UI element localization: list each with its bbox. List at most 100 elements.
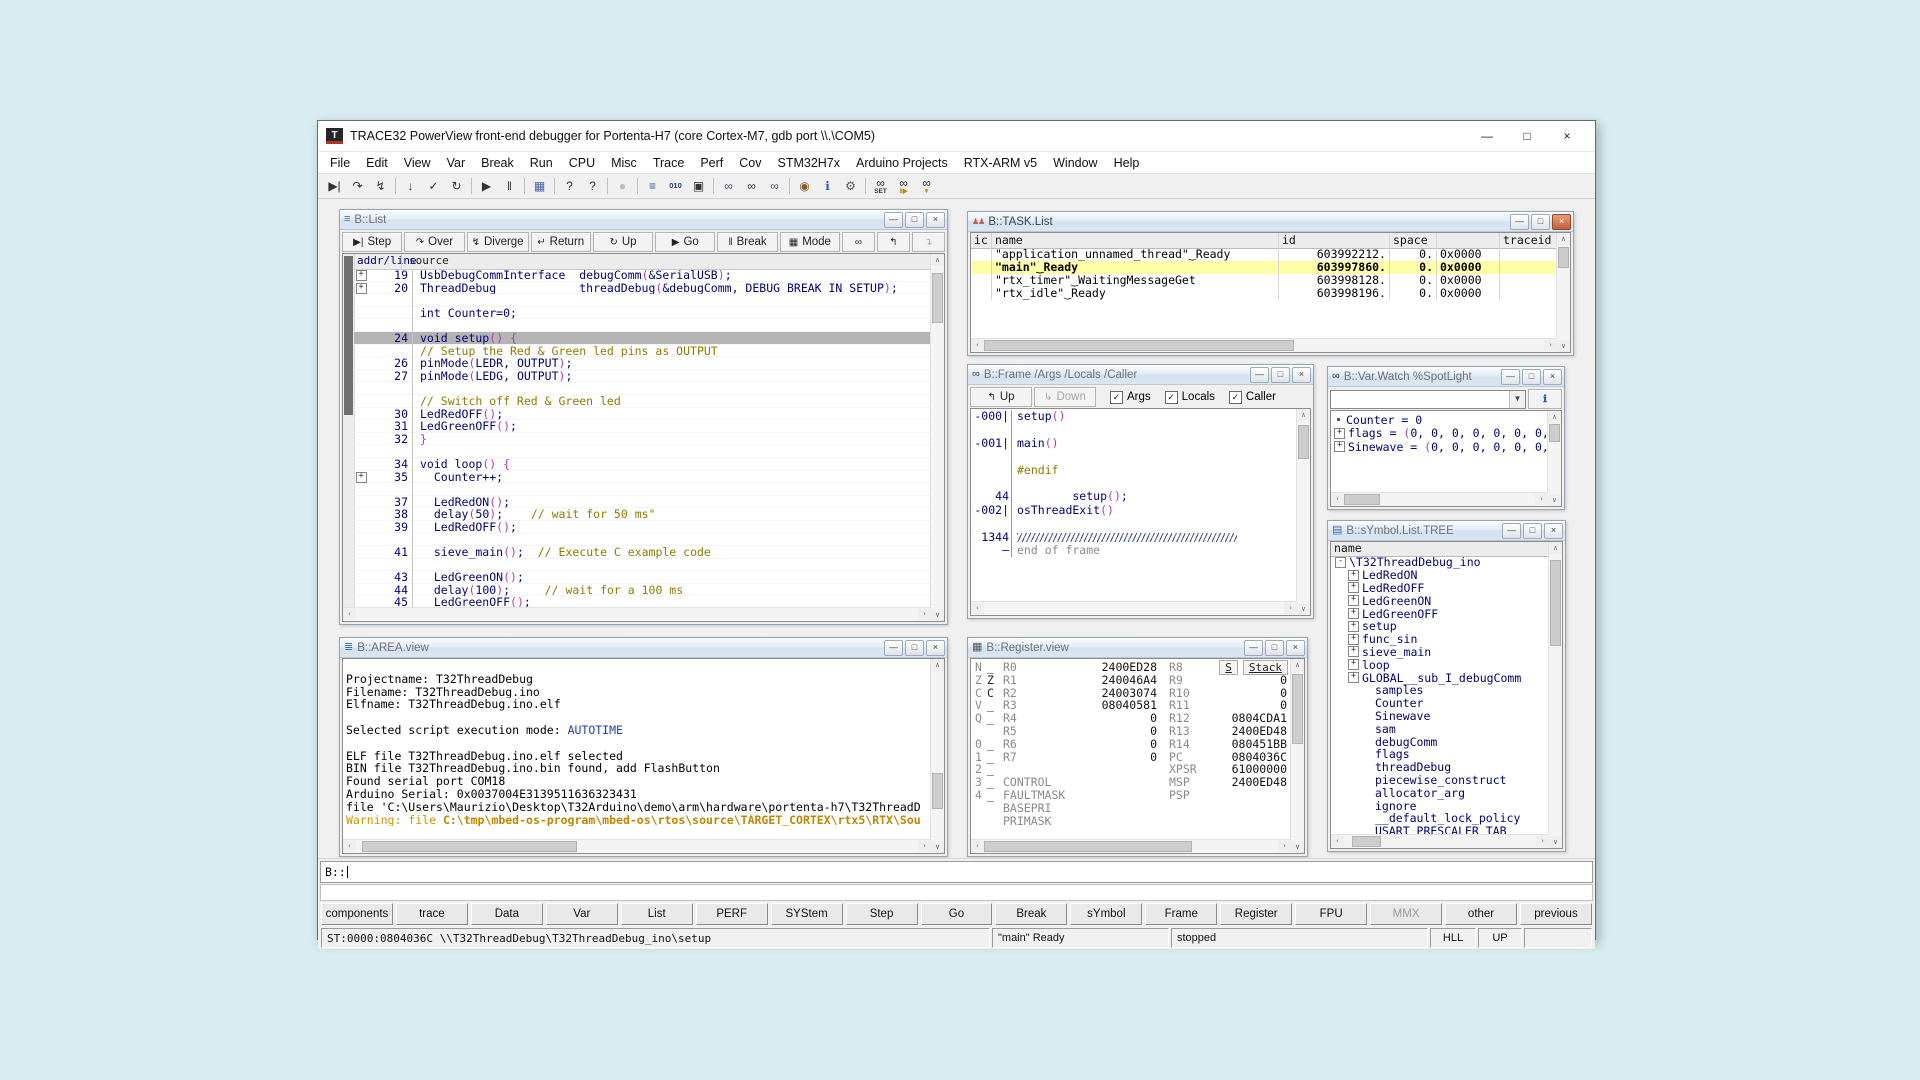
symbol-tree-item[interactable]: Counter (1331, 697, 1549, 710)
task-column-traceid[interactable]: traceid (1500, 233, 1563, 248)
glasses-set-button[interactable]: ∞SET (869, 176, 892, 196)
source-line[interactable]: +35 Counter++; (354, 471, 931, 484)
child-close-button[interactable]: × (1292, 367, 1311, 383)
menu-misc[interactable]: Misc (603, 154, 645, 172)
step-over-button[interactable]: ↷ (346, 176, 369, 196)
scroll-thumb[interactable] (344, 256, 353, 415)
source-line[interactable] (354, 319, 931, 332)
scroll-right-icon[interactable]: › (1284, 602, 1297, 614)
menu-window[interactable]: Window (1045, 154, 1105, 172)
scroll-right-icon[interactable]: › (918, 840, 931, 852)
go-up-button[interactable]: ↻ (445, 176, 468, 196)
source-line[interactable]: 31LedGreenOFF(); (354, 420, 931, 433)
window-titlebar[interactable]: T TRACE32 PowerView front-end debugger f… (318, 121, 1595, 152)
source-line[interactable]: int Counter=0; (354, 307, 931, 320)
expand-icon[interactable]: + (1348, 570, 1359, 581)
stop-button[interactable]: ● (611, 176, 634, 196)
child-close-button[interactable]: × (1543, 369, 1562, 385)
frame-row[interactable]: #endif (971, 464, 1297, 477)
return-button[interactable]: ↵Return (531, 232, 591, 252)
horizontal-scrollbar[interactable]: ‹› (343, 607, 931, 621)
menu-trace[interactable]: Trace (645, 154, 693, 172)
vertical-scrollbar[interactable]: ∧∨ (1296, 409, 1310, 615)
symbol-tree-item[interactable]: samples (1331, 684, 1549, 697)
symbol-tree-item[interactable]: __default_lock_policy (1331, 812, 1549, 825)
source-line[interactable]: 43 LedGreenON(); (354, 571, 931, 584)
frame-titlebar[interactable]: ∞ B::Frame /Args /Locals /Caller —□× (968, 365, 1313, 385)
tools-button[interactable]: ⚙ (839, 176, 862, 196)
source-line[interactable] (354, 533, 931, 546)
scroll-up-icon[interactable]: ∧ (1549, 542, 1562, 554)
horizontal-scrollbar[interactable]: ‹› (1331, 834, 1549, 848)
softkey-register[interactable]: Register (1220, 903, 1292, 925)
watch-expression-combobox[interactable]: ▼ (1330, 390, 1526, 409)
register-row[interactable]: R50R132400ED48 (975, 725, 1291, 738)
go-button[interactable]: ▶Go (655, 232, 715, 252)
vertical-scrollbar[interactable]: ∧∨ (1547, 411, 1561, 506)
source-line[interactable]: 30LedRedOFF(); (354, 408, 931, 421)
symbol-tree-item[interactable]: Sinewave (1331, 710, 1549, 723)
peripherals-button[interactable]: ◉ (793, 176, 816, 196)
child-minimize-button[interactable]: — (1501, 369, 1520, 385)
scroll-left-icon[interactable]: ‹ (971, 339, 984, 351)
frame-up-button[interactable]: ↰Up (970, 387, 1032, 407)
scroll-thumb[interactable] (932, 273, 943, 323)
source-line[interactable]: 37 LedRedON(); (354, 496, 931, 509)
menu-arduino-projects[interactable]: Arduino Projects (848, 154, 956, 172)
source-line[interactable] (354, 483, 931, 496)
source-line[interactable] (354, 294, 931, 307)
scroll-left-icon[interactable]: ‹ (1331, 493, 1344, 505)
scroll-thumb[interactable] (932, 773, 943, 809)
data-dump-button[interactable]: 010 (664, 176, 687, 196)
child-maximize-button[interactable]: □ (905, 212, 924, 228)
register-row[interactable]: BASEPRI (975, 802, 1291, 815)
help-button[interactable]: ? (558, 176, 581, 196)
scroll-right-icon[interactable]: › (1544, 339, 1557, 351)
watch-locals-button[interactable]: ∞ (763, 176, 786, 196)
glasses-spot-button[interactable]: ∞▼ (915, 176, 938, 196)
symbol-tree-item[interactable]: +LedRedON (1331, 569, 1549, 582)
up-button[interactable]: ↻Up (593, 232, 653, 252)
register-row[interactable]: PRIMASK (975, 815, 1291, 828)
child-maximize-button[interactable]: □ (1522, 369, 1541, 385)
source-line[interactable]: 32} (354, 433, 931, 446)
task-column-id[interactable]: id (1279, 233, 1390, 248)
menu-var[interactable]: Var (439, 154, 474, 172)
symbol-tree-item[interactable]: debugComm (1331, 735, 1549, 748)
scroll-thumb[interactable] (1558, 247, 1569, 268)
scroll-down-icon[interactable]: ∨ (1548, 494, 1561, 506)
expand-icon[interactable]: - (1335, 557, 1346, 568)
scroll-up-icon[interactable]: ∧ (931, 254, 944, 266)
source-line[interactable]: 27pinMode(LEDG, OUTPUT); (354, 370, 931, 383)
horizontal-scrollbar[interactable]: ‹› (971, 839, 1291, 853)
symbol-tree-item[interactable]: +LedRedOFF (1331, 582, 1549, 595)
source-line[interactable]: // Setup the Red & Green led pins as OUT… (354, 345, 931, 358)
maximize-button[interactable]: □ (1507, 122, 1547, 150)
task-column-blank[interactable] (1437, 233, 1500, 248)
list-window-titlebar[interactable]: ≡ B::List —□× (340, 210, 947, 230)
frame-row[interactable] (971, 477, 1297, 490)
source-line[interactable]: +20ThreadDebug threadDebug(&debugComm, D… (354, 282, 931, 295)
source-line[interactable] (354, 559, 931, 572)
frame-row[interactable]: 1344 (971, 531, 1297, 544)
source-line[interactable]: 39 LedRedOFF(); (354, 521, 931, 534)
scroll-thumb[interactable] (1352, 836, 1381, 847)
step-diverge-button[interactable]: ↯ (369, 176, 392, 196)
symbol-tree-item[interactable]: +LedGreenON (1331, 594, 1549, 607)
step-into-button[interactable]: ▶| (323, 176, 346, 196)
softkey-list[interactable]: List (621, 903, 693, 925)
horizontal-scrollbar[interactable]: ‹› (1331, 492, 1548, 506)
task-row[interactable]: "rtx_idle"‿Ready603998196.0.0x0000 (971, 287, 1557, 300)
child-minimize-button[interactable]: — (1244, 640, 1263, 656)
scroll-up-icon[interactable]: ∧ (1557, 233, 1570, 245)
scroll-right-icon[interactable]: › (918, 608, 931, 620)
softkey-mmx[interactable]: MMX (1370, 903, 1442, 925)
menu-view[interactable]: View (396, 154, 439, 172)
goto-up-button[interactable]: ↰ (877, 232, 910, 252)
softkey-fpu[interactable]: FPU (1295, 903, 1367, 925)
scroll-thumb[interactable] (1298, 425, 1309, 460)
child-maximize-button[interactable]: □ (1523, 523, 1542, 539)
minimize-button[interactable]: — (1467, 122, 1507, 150)
area-view-titlebar[interactable]: ≣ B::AREA.view —□× (340, 638, 947, 658)
child-minimize-button[interactable]: — (884, 640, 903, 656)
